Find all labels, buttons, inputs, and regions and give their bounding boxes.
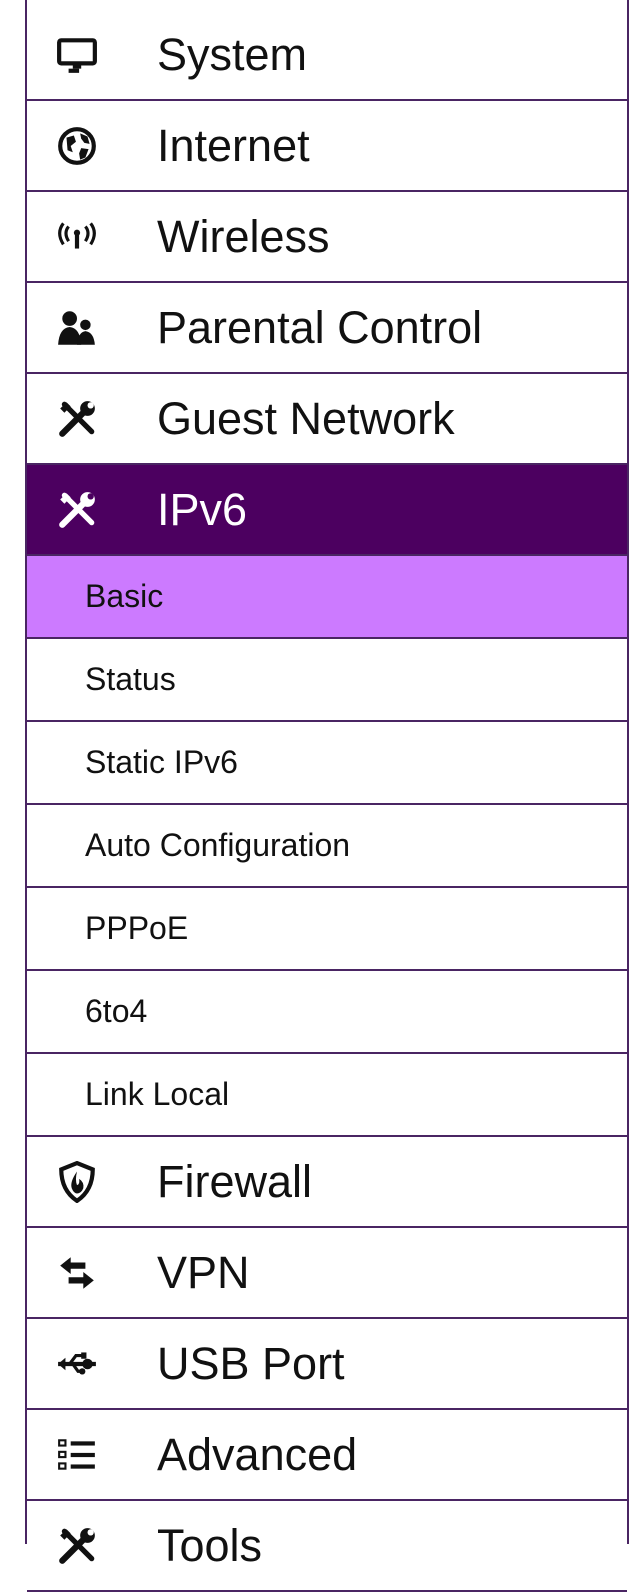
- nav-item-label: USB Port: [157, 1337, 345, 1389]
- nav-item-firewall[interactable]: Firewall: [27, 1137, 627, 1228]
- users-icon: [55, 306, 99, 350]
- monitor-icon: [55, 33, 99, 77]
- nav-item-label: System: [157, 28, 308, 80]
- nav-item-tools[interactable]: Tools: [27, 1501, 627, 1592]
- nav-item-label: Advanced: [157, 1428, 358, 1480]
- nav-item-label: IPv6: [157, 483, 248, 535]
- nav-item-label: Guest Network: [157, 392, 455, 444]
- sidebar-nav: System Internet Wireless Parental Contro…: [25, 0, 629, 1592]
- nav-item-label: Internet: [157, 119, 310, 171]
- nav-item-system[interactable]: System: [27, 10, 627, 101]
- usb-icon: [55, 1342, 99, 1386]
- subnav-item-label: Link Local: [85, 1076, 230, 1112]
- subnav-item-pppoe[interactable]: PPPoE: [27, 888, 627, 971]
- nav-top-spacer: [27, 0, 627, 10]
- subnav-item-label: Auto Configuration: [85, 827, 351, 863]
- subnav-item-status[interactable]: Status: [27, 639, 627, 722]
- nav-item-label: VPN: [157, 1246, 250, 1298]
- nav-item-wireless[interactable]: Wireless: [27, 192, 627, 283]
- nav-item-ipv6[interactable]: IPv6: [27, 465, 627, 556]
- tools-icon: [55, 397, 99, 441]
- nav-item-advanced[interactable]: Advanced: [27, 1410, 627, 1501]
- tools-icon: [55, 1524, 99, 1568]
- nav-item-label: Wireless: [157, 210, 330, 262]
- subnav-item-link-local[interactable]: Link Local: [27, 1054, 627, 1137]
- tools-icon: [55, 488, 99, 532]
- nav-item-usb-port[interactable]: USB Port: [27, 1319, 627, 1410]
- nav-item-parental-control[interactable]: Parental Control: [27, 283, 627, 374]
- subnav-item-6to4[interactable]: 6to4: [27, 971, 627, 1054]
- subnav-item-label: Status: [85, 661, 176, 697]
- nav-item-label: Tools: [157, 1519, 263, 1571]
- subnav-item-label: 6to4: [85, 993, 148, 1029]
- subnav-item-label: Basic: [85, 578, 164, 614]
- list-icon: [55, 1433, 99, 1477]
- nav-item-guest-network[interactable]: Guest Network: [27, 374, 627, 465]
- subnav-item-label: Static IPv6: [85, 744, 238, 780]
- exchange-arrows-icon: [55, 1251, 99, 1295]
- shield-icon: [55, 1160, 99, 1204]
- wireless-icon: [55, 215, 99, 259]
- globe-icon: [55, 124, 99, 168]
- subnav-item-label: PPPoE: [85, 910, 189, 946]
- subnav-item-auto-configuration[interactable]: Auto Configuration: [27, 805, 627, 888]
- subnav-item-static-ipv6[interactable]: Static IPv6: [27, 722, 627, 805]
- nav-item-label: Parental Control: [157, 301, 483, 353]
- subnav-item-basic[interactable]: Basic: [27, 556, 627, 639]
- nav-item-vpn[interactable]: VPN: [27, 1228, 627, 1319]
- nav-item-internet[interactable]: Internet: [27, 101, 627, 192]
- nav-item-label: Firewall: [157, 1155, 313, 1207]
